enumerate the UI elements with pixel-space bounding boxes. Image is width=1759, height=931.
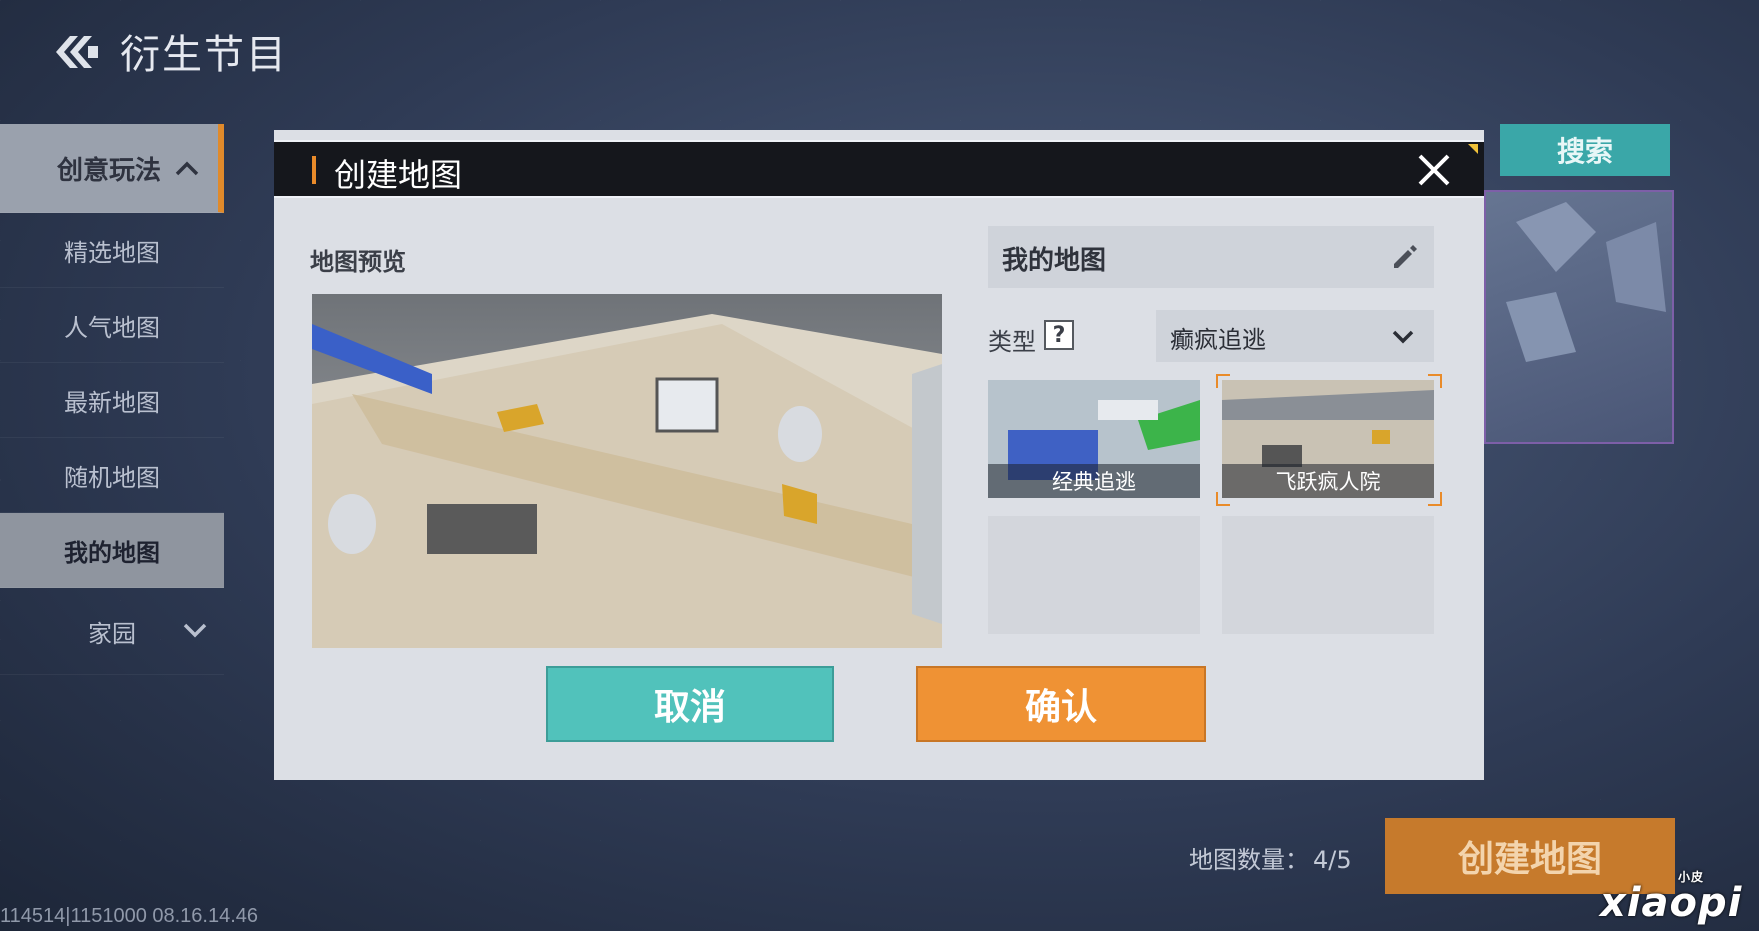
type-label: 类型 <box>988 328 1036 356</box>
template-slot-empty <box>1222 516 1434 634</box>
map-count-value: 4/5 <box>1313 846 1352 874</box>
map-count-label: 地图数量： <box>1189 846 1309 874</box>
corner-marker <box>1468 144 1478 154</box>
close-icon[interactable] <box>1414 150 1454 190</box>
sidebar-item-label: 我的地图 <box>64 538 160 567</box>
dialog-header: 创建地图 <box>274 140 1484 198</box>
sidebar-item-my-maps[interactable]: 我的地图 <box>0 513 224 588</box>
background-map-card[interactable] <box>1484 190 1674 444</box>
sidebar-item-label: 最新地图 <box>64 388 160 417</box>
cancel-button[interactable]: 取消 <box>546 666 834 742</box>
map-name-text: 我的地图 <box>1002 246 1107 276</box>
map-preview-image <box>312 294 942 648</box>
pencil-icon[interactable] <box>1390 242 1420 272</box>
template-label: 经典追逃 <box>988 464 1200 498</box>
search-button[interactable]: 搜索 <box>1500 124 1670 176</box>
sidebar-item-label: 随机地图 <box>64 463 160 492</box>
back-icon[interactable] <box>50 30 100 74</box>
title-accent-bar <box>312 156 316 184</box>
sidebar-header-label: 创意玩法 <box>56 155 161 186</box>
sidebar-item-home[interactable]: 家园 <box>0 588 224 675</box>
sidebar: 创意玩法 精选地图 人气地图 最新地图 随机地图 我的地图 家园 <box>0 124 224 675</box>
map-count: 地图数量： 4/5 <box>1185 840 1352 875</box>
preview-label: 地图预览 <box>310 248 406 276</box>
chevron-up-icon <box>175 161 199 176</box>
selection-corner-br <box>1428 492 1442 506</box>
selection-corner-bl <box>1216 492 1230 506</box>
watermark-text: xiaopi <box>1600 880 1743 926</box>
sidebar-category-header[interactable]: 创意玩法 <box>0 124 224 213</box>
create-map-dialog: 创建地图 地图预览 我的地图 类型 ? 癫疯追逃 经典追逃 飞跃疯人院 取消 确… <box>274 130 1484 780</box>
help-icon[interactable]: ? <box>1044 320 1074 350</box>
page-title: 衍生节目 <box>120 32 288 78</box>
dialog-title: 创建地图 <box>334 156 463 194</box>
type-selected-value: 癫疯追逃 <box>1170 326 1266 354</box>
template-card-classic[interactable]: 经典追逃 <box>988 380 1200 498</box>
map-thumbnail-image <box>1506 202 1666 362</box>
sidebar-item-newest[interactable]: 最新地图 <box>0 363 224 438</box>
sidebar-item-popular[interactable]: 人气地图 <box>0 288 224 363</box>
sidebar-item-label: 人气地图 <box>64 313 160 342</box>
watermark-small-text: 小皮 <box>1678 870 1705 884</box>
sidebar-item-label: 精选地图 <box>64 238 160 267</box>
template-slot-empty <box>988 516 1200 634</box>
selection-corner-tr <box>1428 374 1442 388</box>
map-name-field[interactable]: 我的地图 <box>988 226 1434 288</box>
chevron-down-icon <box>1392 330 1414 344</box>
confirm-button[interactable]: 确认 <box>916 666 1206 742</box>
selection-corner-tl <box>1216 374 1230 388</box>
template-card-cuckoo-nest[interactable]: 飞跃疯人院 <box>1222 380 1434 498</box>
sidebar-item-featured[interactable]: 精选地图 <box>0 213 224 288</box>
template-label: 飞跃疯人院 <box>1222 464 1434 498</box>
watermark-logo: xiaopi 小皮 <box>1600 870 1743 926</box>
chevron-down-icon <box>183 623 207 638</box>
type-select[interactable]: 癫疯追逃 <box>1156 310 1434 362</box>
sidebar-item-label: 家园 <box>88 619 136 648</box>
sidebar-item-random[interactable]: 随机地图 <box>0 438 224 513</box>
build-info: 114514|1151000 08.16.14.46 <box>0 905 259 927</box>
